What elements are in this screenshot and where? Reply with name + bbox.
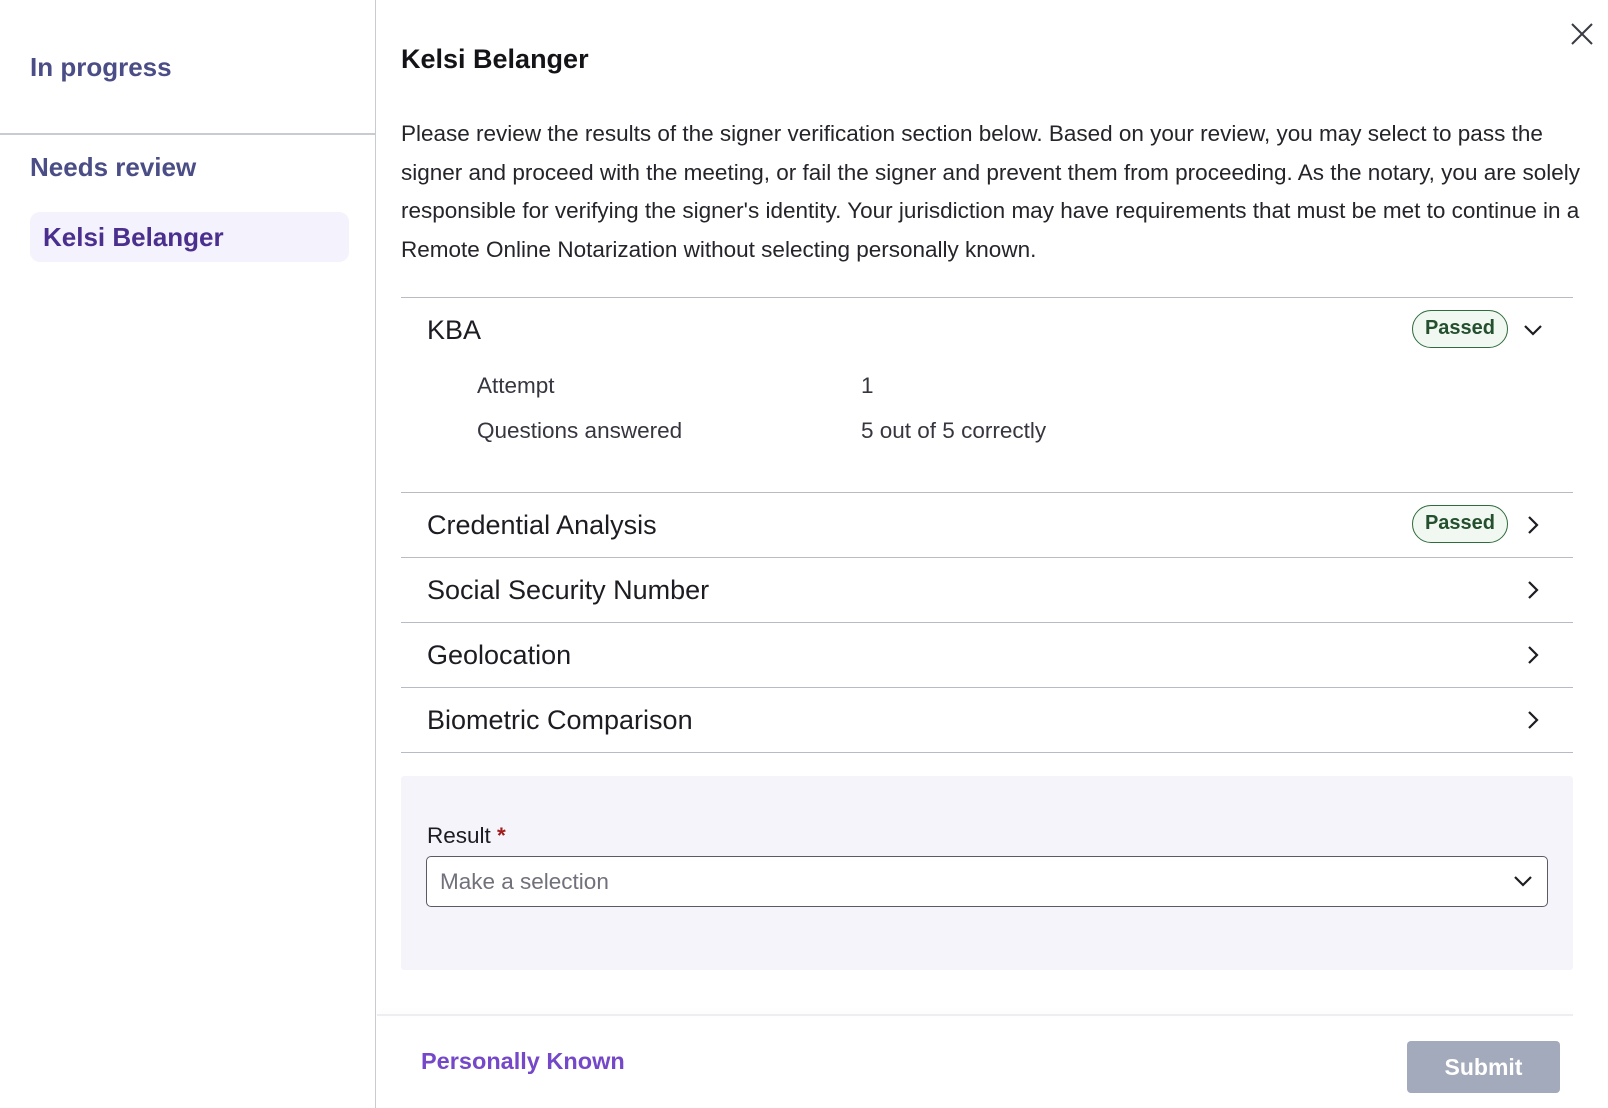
section-social-security-number[interactable]: Social Security Number: [401, 557, 1573, 622]
close-icon[interactable]: [1566, 18, 1598, 50]
chevron-down-icon: [1514, 876, 1532, 887]
detail-value-attempt: 1: [861, 373, 874, 398]
section-kba: KBA Passed Attempt 1 Questions answered …: [401, 297, 1573, 492]
section-title: Social Security Number: [427, 575, 710, 605]
result-label-text: Result: [427, 823, 491, 848]
review-instructions: Please review the results of the signer …: [401, 121, 1580, 262]
section-title: Biometric Comparison: [427, 705, 693, 735]
sidebar-divider: [0, 133, 375, 135]
chevron-down-icon[interactable]: [1521, 318, 1545, 342]
sidebar-section-needs-review: Needs review: [30, 152, 197, 182]
required-marker: *: [497, 823, 506, 848]
sidebar-item-kelsi-belanger[interactable]: Kelsi Belanger: [30, 212, 349, 262]
section-title: Geolocation: [427, 640, 572, 670]
status-badge: Passed: [1412, 310, 1508, 348]
section-credential-analysis[interactable]: Credential Analysis Passed: [401, 492, 1573, 557]
chevron-right-icon[interactable]: [1521, 513, 1545, 537]
status-badge: Passed: [1412, 505, 1508, 543]
detail-value-questions: 5 out of 5 correctly: [861, 418, 1047, 443]
submit-button[interactable]: Submit: [1407, 1041, 1560, 1093]
section-title: Credential Analysis: [427, 510, 657, 540]
chevron-right-icon[interactable]: [1521, 578, 1545, 602]
section-biometric-comparison[interactable]: Biometric Comparison: [401, 687, 1573, 753]
detail-label-questions: Questions answered: [477, 418, 683, 443]
detail-label-attempt: Attempt: [477, 373, 555, 398]
chevron-right-icon[interactable]: [1521, 708, 1545, 732]
section-geolocation[interactable]: Geolocation: [401, 622, 1573, 687]
result-select-placeholder: Make a selection: [440, 869, 609, 894]
result-label: Result *: [427, 823, 506, 849]
chevron-right-icon[interactable]: [1521, 643, 1545, 667]
result-panel: Result * Make a selection: [401, 776, 1573, 970]
section-title: KBA: [427, 315, 482, 345]
footer-divider: [377, 1014, 1573, 1016]
signer-sidebar: In progress Needs review Kelsi Belanger: [0, 0, 376, 1108]
personally-known-link[interactable]: Personally Known: [421, 1048, 625, 1075]
sidebar-section-in-progress: In progress: [30, 52, 172, 82]
section-kba-header[interactable]: KBA Passed: [401, 298, 1573, 362]
modal-title: Kelsi Belanger: [401, 44, 589, 74]
result-select[interactable]: Make a selection: [426, 856, 1548, 907]
